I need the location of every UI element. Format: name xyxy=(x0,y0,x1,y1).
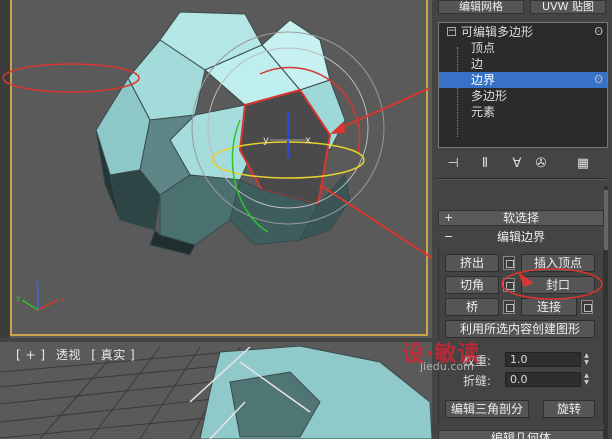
perspective-viewport-bottom[interactable]: [ + ] 透视 [ 真实 ] xyxy=(0,342,432,439)
viewport-view-type[interactable]: 透视 xyxy=(56,348,81,362)
svg-text:y: y xyxy=(16,293,21,302)
svg-text:x: x xyxy=(60,295,65,304)
viewport-menu-plus[interactable]: [ + ] xyxy=(16,348,46,362)
svg-text:z: z xyxy=(35,277,39,286)
viewport-canvas[interactable]: y x z x y xyxy=(0,0,432,338)
viewport-label[interactable]: [ + ] 透视 [ 真实 ] xyxy=(16,346,141,363)
panel-scroll-thumb[interactable] xyxy=(604,190,608,250)
watermark-url: jiedu.com xyxy=(420,360,474,373)
axis-tripod: z x y xyxy=(16,277,65,311)
gizmo-label-x: x xyxy=(305,135,311,146)
panel-annotations xyxy=(501,268,603,300)
perspective-viewport-top[interactable]: y x z x y xyxy=(0,0,432,338)
mesh-object[interactable] xyxy=(95,11,351,256)
gizmo-label-y: y xyxy=(263,135,269,146)
viewport-shading-mode[interactable]: [ 真实 ] xyxy=(91,348,135,362)
